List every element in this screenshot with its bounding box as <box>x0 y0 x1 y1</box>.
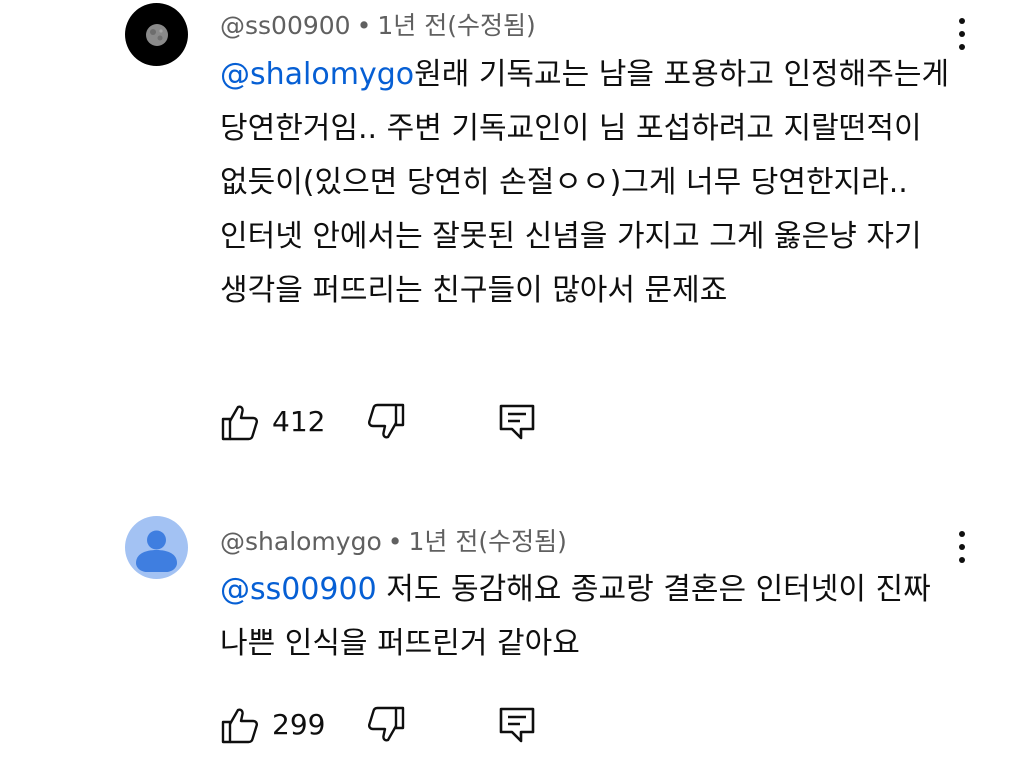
thumbs-down-icon <box>368 403 405 439</box>
author-avatar[interactable] <box>125 3 188 66</box>
edited-label: (수정됨) <box>478 527 567 556</box>
edited-label: (수정됨) <box>447 11 536 40</box>
author-name[interactable]: @shalomygo <box>220 527 382 556</box>
like-count: 412 <box>272 405 326 438</box>
separator-dot: • <box>387 527 403 556</box>
mention-link[interactable]: @shalomygo <box>220 57 414 92</box>
like-button[interactable]: 299 <box>220 705 325 745</box>
thumbs-down-icon <box>368 706 405 742</box>
comment-actions: 299 <box>220 705 620 745</box>
reply-comment-icon <box>499 404 535 440</box>
more-actions-button[interactable] <box>948 527 976 567</box>
comment-body: 원래 기독교는 남을 포용하고 인정해주는게 당연한거임.. 주변 기독교인이 … <box>220 57 959 308</box>
timestamp[interactable]: 1년 전 <box>377 11 447 40</box>
author-name[interactable]: @ss00900 <box>220 11 351 40</box>
like-count: 299 <box>272 708 326 741</box>
more-vertical-icon <box>959 531 965 537</box>
more-vertical-icon-dot <box>959 544 965 550</box>
mention-link[interactable]: @ss00900 <box>220 572 377 607</box>
comment-text: @shalomygo원래 기독교는 남을 포용하고 인정해주는게 당연한거임..… <box>220 48 960 318</box>
comment-meta: @shalomygo • 1년 전(수정됨) <box>220 522 567 558</box>
dislike-button[interactable] <box>366 402 406 442</box>
like-button[interactable]: 412 <box>220 402 325 442</box>
comment-text: @ss00900 저도 동감해요 종교랑 결혼은 인터넷이 진짜 나쁜 인식을 … <box>220 563 960 671</box>
comment-meta: @ss00900 • 1년 전(수정됨) <box>220 6 536 42</box>
more-vertical-icon <box>959 18 965 24</box>
author-avatar[interactable] <box>125 516 188 579</box>
comment-actions: 412 <box>220 402 620 442</box>
more-vertical-icon-dot <box>959 31 965 37</box>
thumbs-up-icon <box>221 708 258 744</box>
reply-button[interactable] <box>498 402 538 442</box>
reply-button[interactable] <box>498 705 538 745</box>
moon-avatar-icon <box>125 3 188 66</box>
separator-dot: • <box>356 11 372 40</box>
timestamp[interactable]: 1년 전 <box>409 527 479 556</box>
thumbs-up-icon <box>221 405 258 441</box>
reply-comment-icon <box>499 707 535 743</box>
dislike-button[interactable] <box>366 705 406 745</box>
default-user-avatar-icon <box>125 516 188 579</box>
